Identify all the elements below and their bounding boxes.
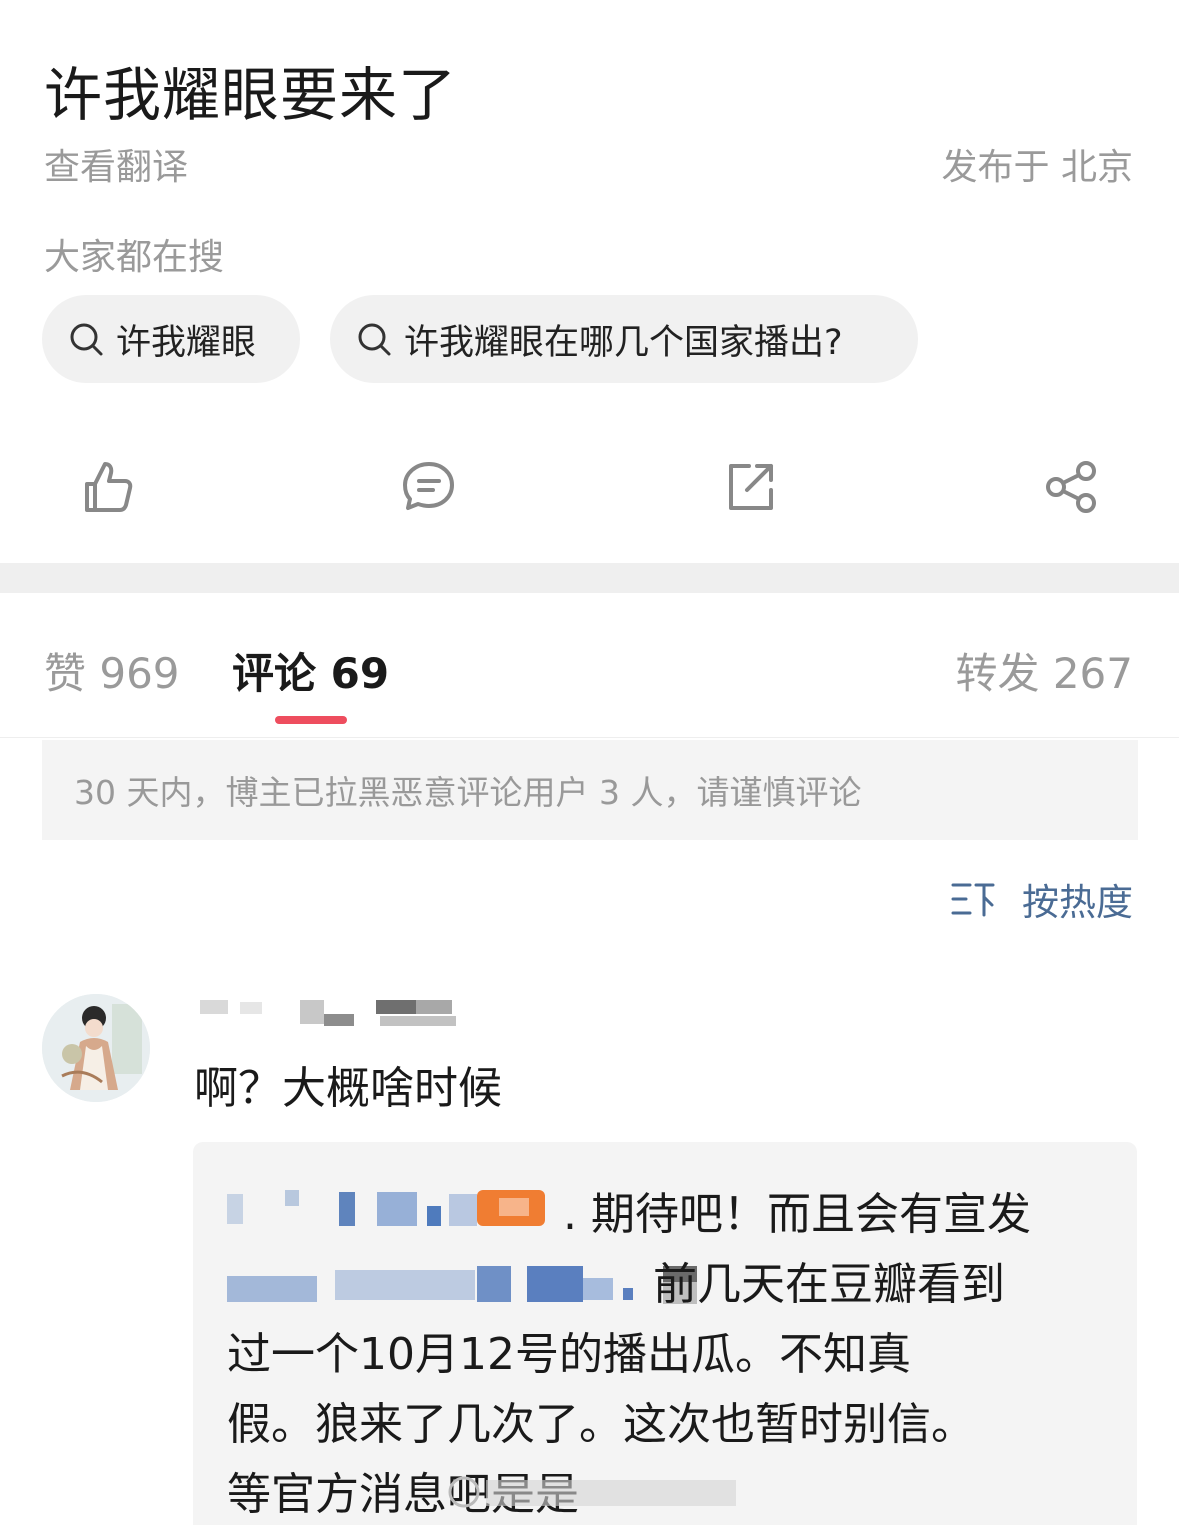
reply-username-redacted (227, 1266, 633, 1302)
chip-label: 许我耀眼 (116, 322, 257, 363)
reply-line: 假。狼来了几次了。这次也暂时别信。 (227, 1399, 975, 1450)
post-location: 发布于 北京 (941, 147, 1133, 188)
like-button[interactable] (76, 455, 140, 519)
search-icon (66, 319, 106, 359)
tab-likes[interactable]: 赞 969 (44, 640, 180, 701)
tab-divider (0, 737, 1179, 738)
hot-search-chip[interactable]: 许我耀眼 (42, 295, 300, 383)
translate-link[interactable]: 查看翻译 (44, 138, 188, 190)
search-icon (354, 319, 394, 359)
notice-text: 30 天内，博主已拉黑恶意评论用户 3 人，请谨慎评论 (74, 773, 862, 812)
comment-notice: 30 天内，博主已拉黑恶意评论用户 3 人，请谨慎评论 (42, 740, 1138, 840)
active-tab-indicator (275, 716, 347, 724)
hot-search-chip[interactable]: 许我耀眼在哪几个国家播出? (330, 295, 918, 383)
section-divider (0, 563, 1179, 593)
chip-label: 许我耀眼在哪几个国家播出? (404, 322, 843, 363)
comment-button[interactable] (397, 455, 461, 519)
sort-button[interactable]: 按热度 (950, 872, 1133, 926)
watermark (448, 1476, 736, 1508)
repost-icon (729, 464, 773, 510)
reply-line: 过一个10月12号的播出瓜。不知真 (227, 1329, 911, 1380)
sort-label: 按热度 (1022, 881, 1133, 924)
tab-reposts[interactable]: 转发 267 (955, 640, 1133, 701)
reply-line: . 期待吧！而且会有宣发 (563, 1189, 1031, 1240)
comment-text: 啊？大概啥时候 (194, 1063, 502, 1114)
share-icon (1046, 461, 1096, 513)
reply-username-redacted (227, 1190, 545, 1226)
reply-line: 前几天在豆瓣看到 (653, 1259, 1005, 1310)
sort-icon (951, 883, 995, 917)
thumbs-up-icon (85, 462, 133, 512)
tab-comments[interactable]: 评论 69 (232, 640, 389, 701)
post-title: 许我耀眼要来了 (44, 61, 458, 129)
comment-bubble-icon (403, 462, 454, 510)
repost-button[interactable] (718, 455, 782, 519)
hot-search-label: 大家都在搜 (44, 237, 225, 278)
share-button[interactable] (1039, 455, 1103, 519)
avatar[interactable] (42, 994, 150, 1102)
username-redacted[interactable] (200, 996, 460, 1032)
